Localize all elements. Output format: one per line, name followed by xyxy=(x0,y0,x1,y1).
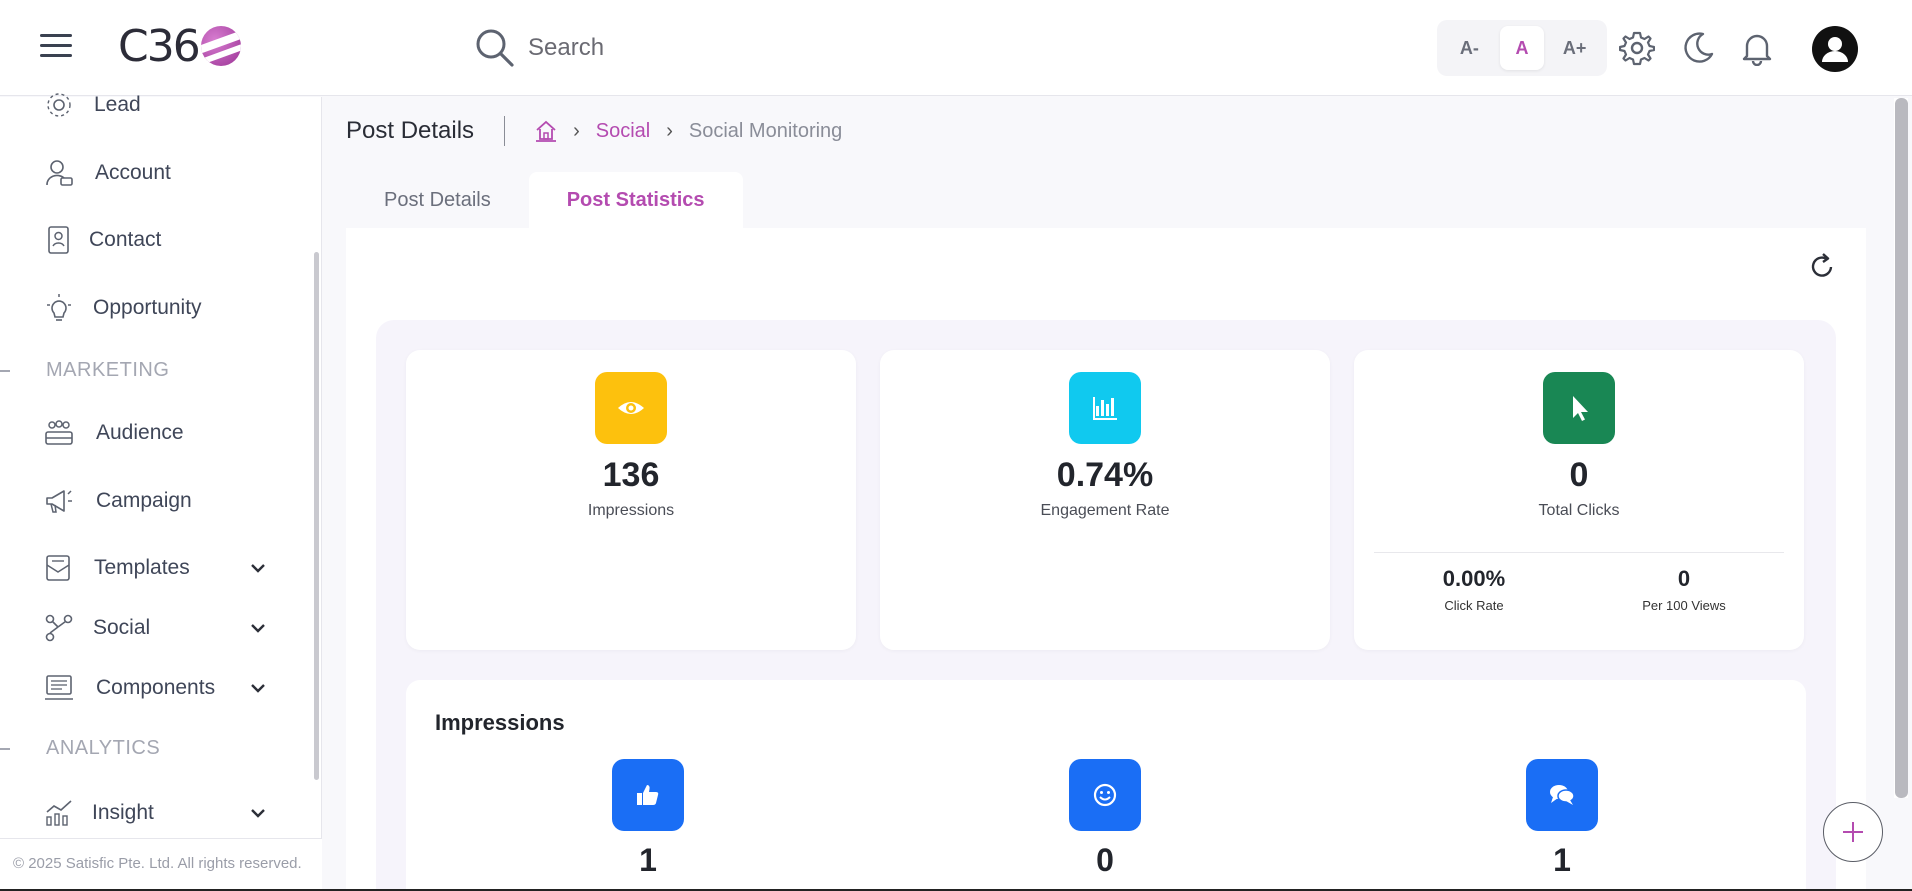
templates-icon xyxy=(46,555,70,581)
lightbulb-icon xyxy=(47,294,71,321)
eye-icon xyxy=(595,372,667,444)
search-icon xyxy=(476,29,514,67)
sidebar-item-contact[interactable]: Contact xyxy=(0,212,300,268)
logo-globe-icon xyxy=(200,26,241,66)
per-100-views-stat: 0 Per 100 Views xyxy=(1584,566,1784,613)
sidebar-item-label: Audience xyxy=(96,421,184,444)
add-button[interactable] xyxy=(1823,802,1883,862)
tab-post-statistics[interactable]: Post Statistics xyxy=(528,172,743,228)
engagement-value: 0.74% xyxy=(1056,456,1154,494)
sidebar-item-audience[interactable]: Audience xyxy=(0,405,300,461)
sidebar-item-label: Opportunity xyxy=(93,296,202,319)
chevron-down-icon xyxy=(251,564,265,573)
chevron-down-icon xyxy=(251,624,265,633)
logo-text: C36 xyxy=(118,20,201,72)
breadcrumb-current: Social Monitoring xyxy=(688,119,843,142)
smiley-icon xyxy=(1069,759,1141,831)
font-increase-button[interactable]: A+ xyxy=(1553,26,1597,70)
lead-icon xyxy=(47,93,71,117)
section-dash xyxy=(0,370,10,372)
impressions-caption: Impressions xyxy=(587,502,675,519)
per-100-views-caption: Per 100 Views xyxy=(1642,598,1726,613)
menu-icon[interactable] xyxy=(40,34,72,60)
audience-icon xyxy=(45,420,73,445)
sidebar-item-social[interactable]: Social xyxy=(0,600,300,656)
page-title: Post Details xyxy=(346,117,475,144)
social-icon xyxy=(45,614,73,642)
bar-chart-icon xyxy=(1069,372,1141,444)
moon-icon[interactable] xyxy=(1679,30,1715,66)
chevron-right-icon: › xyxy=(666,119,673,142)
impressions-section-title: Impressions xyxy=(435,710,565,735)
clicks-card: 0 Total Clicks 0.00% Click Rate 0 Per 10… xyxy=(1354,350,1804,650)
sidebar-item-account[interactable]: Account xyxy=(0,145,300,201)
components-icon xyxy=(45,675,73,700)
sidebar-item-label: Contact xyxy=(89,228,162,251)
section-marketing: MARKETING xyxy=(46,359,170,381)
sidebar-item-label: Campaign xyxy=(96,489,192,512)
divider xyxy=(1374,552,1784,553)
sidebar-scrollbar[interactable] xyxy=(314,252,319,780)
insight-icon xyxy=(46,800,72,826)
click-rate-caption: Click Rate xyxy=(1444,598,1504,613)
section-dash xyxy=(0,748,10,750)
footer-copyright: © 2025 Satisfic Pte. Ltd. All rights res… xyxy=(0,838,322,891)
user-icon xyxy=(1822,37,1848,62)
cursor-icon xyxy=(1543,372,1615,444)
gear-icon[interactable] xyxy=(1619,30,1655,66)
section-analytics: ANALYTICS xyxy=(46,737,161,759)
avatar[interactable] xyxy=(1812,26,1858,72)
sidebar-item-label: Templates xyxy=(94,556,190,579)
reactions-value: 0 xyxy=(1096,842,1114,878)
plus-icon xyxy=(1843,822,1863,842)
sidebar-item-opportunity[interactable]: Opportunity xyxy=(0,280,300,336)
sidebar-item-insight[interactable]: Insight xyxy=(0,785,300,841)
sidebar-item-templates[interactable]: Templates xyxy=(0,540,300,596)
click-rate-stat: 0.00% Click Rate xyxy=(1374,566,1574,613)
logo[interactable]: C36 xyxy=(118,18,241,74)
sidebar-item-label: Account xyxy=(95,161,171,184)
font-normal-button[interactable]: A xyxy=(1499,26,1544,70)
bell-icon[interactable] xyxy=(1739,30,1775,66)
click-rate-value: 0.00% xyxy=(1442,566,1506,591)
chevron-down-icon xyxy=(251,684,265,693)
thumbs-up-icon xyxy=(612,759,684,831)
home-icon[interactable] xyxy=(535,120,557,142)
font-decrease-button[interactable]: A- xyxy=(1447,26,1491,70)
search-box xyxy=(474,26,828,70)
clicks-caption: Total Clicks xyxy=(1538,502,1620,519)
comments-value: 1 xyxy=(1553,842,1571,878)
breadcrumb: Post Details › Social › Social Monitorin… xyxy=(346,114,842,148)
account-icon xyxy=(46,160,73,186)
sidebar-item-campaign[interactable]: Campaign xyxy=(0,473,300,529)
breadcrumb-divider xyxy=(504,116,506,146)
impressions-value: 136 xyxy=(602,456,660,494)
sidebar: Lead Account Contact Opportunity MARKETI… xyxy=(0,93,322,891)
sidebar-item-label: Lead xyxy=(94,93,141,116)
sidebar-item-label: Social xyxy=(93,616,151,639)
sidebar-item-label: Insight xyxy=(92,801,154,824)
comments-icon xyxy=(1526,759,1598,831)
refresh-icon[interactable] xyxy=(1806,250,1838,282)
engagement-card: 0.74% Engagement Rate xyxy=(880,350,1330,650)
main-scrollbar[interactable] xyxy=(1895,98,1908,798)
clicks-value: 0 xyxy=(1569,456,1589,494)
per-100-views-value: 0 xyxy=(1677,566,1691,591)
impressions-card: 136 Impressions xyxy=(406,350,856,650)
tab-bar: Post Details Post Statistics xyxy=(346,172,743,228)
search-input[interactable] xyxy=(528,34,828,62)
sidebar-item-components[interactable]: Components xyxy=(0,660,300,716)
contact-icon xyxy=(48,226,69,254)
engagement-caption: Engagement Rate xyxy=(1040,502,1170,519)
tab-post-details[interactable]: Post Details xyxy=(346,172,529,228)
chevron-down-icon xyxy=(251,809,265,818)
sidebar-item-lead[interactable]: Lead xyxy=(0,77,300,133)
font-size-switcher: A- A A+ xyxy=(1437,20,1607,76)
breadcrumb-social[interactable]: Social xyxy=(596,120,650,143)
chevron-right-icon: › xyxy=(573,119,580,142)
sidebar-item-label: Components xyxy=(96,676,216,699)
likes-value: 1 xyxy=(639,842,657,878)
megaphone-icon xyxy=(46,490,72,513)
